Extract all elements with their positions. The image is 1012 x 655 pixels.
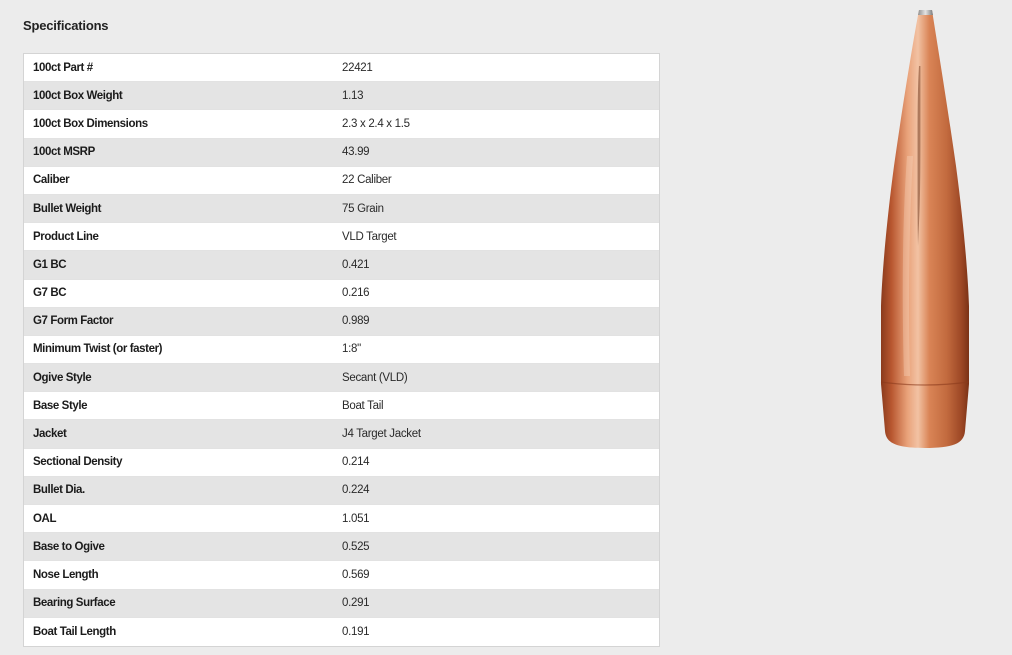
spec-row: 100ct MSRP 43.99 [24, 138, 659, 167]
spec-row: Bearing Surface 0.291 [24, 589, 659, 618]
spec-label: Jacket [33, 428, 67, 441]
spec-row: Minimum Twist (or faster) 1:8" [24, 335, 659, 365]
spec-value: 22 Caliber [342, 174, 392, 187]
spec-row: 100ct Part # 22421 [24, 54, 659, 83]
spec-value: 75 Grain [342, 202, 384, 215]
spec-value: 0.214 [342, 456, 370, 469]
spec-row: OAL 1.051 [24, 505, 659, 534]
spec-label: 100ct Box Dimensions [33, 117, 148, 130]
product-image [872, 6, 978, 454]
spec-row: G7 BC 0.216 [24, 279, 659, 308]
spec-value: VLD Target [342, 230, 397, 243]
spec-label: Ogive Style [33, 371, 92, 384]
spec-value: 1.13 [342, 89, 364, 102]
spec-row: Boat Tail Length 0.191 [24, 617, 659, 646]
spec-value: 0.224 [342, 484, 370, 497]
section-title: Specifications [23, 18, 109, 33]
spec-row: Nose Length 0.569 [24, 561, 659, 590]
spec-label: Product Line [33, 230, 99, 243]
spec-row: Product Line VLD Target [24, 223, 659, 252]
spec-label: G1 BC [33, 258, 67, 271]
spec-label: Nose Length [33, 568, 99, 581]
spec-label: OAL [33, 512, 57, 525]
spec-label: G7 BC [33, 287, 67, 300]
spec-label: Bullet Weight [33, 202, 102, 215]
spec-value: 22421 [342, 61, 373, 74]
bullet-body [881, 10, 969, 448]
spec-label: Minimum Twist (or faster) [33, 343, 163, 356]
bullet-tip [918, 10, 933, 15]
spec-label: 100ct MSRP [33, 146, 95, 159]
spec-value: Boat Tail [342, 399, 384, 412]
spec-row: Jacket J4 Target Jacket [24, 420, 659, 449]
spec-row: G1 BC 0.421 [24, 251, 659, 280]
spec-row: Base Style Boat Tail [24, 392, 659, 421]
bullet-image [880, 10, 970, 448]
spec-label: G7 Form Factor [33, 315, 114, 328]
specifications-table: 100ct Part #22421 100ct Box Weight 1.13 100… [23, 53, 660, 647]
spec-value: 2.3 x 2.4 x 1.5 [342, 117, 410, 130]
spec-label: Caliber [33, 174, 70, 187]
spec-value: 0.191 [342, 625, 370, 638]
spec-label: Base to Ogive [33, 540, 105, 553]
spec-label: 100ct Part # [33, 61, 93, 74]
spec-value: J4 Target Jacket [342, 428, 421, 441]
spec-value: 43.99 [342, 146, 370, 159]
spec-label: Base Style [33, 399, 88, 412]
spec-row: Sectional Density 0.214 [24, 448, 659, 477]
spec-row: Bullet Weight 75 Grain [24, 194, 659, 224]
spec-value: 0.989 [342, 315, 370, 328]
spec-row: Base to Ogive 0.525 [24, 533, 659, 562]
spec-value: 0.525 [342, 540, 370, 553]
spec-row: 100ct Box Dimensions 2.3 x 2.4 x 1.5 [24, 110, 659, 139]
spec-row: Bullet Dia. 0.224 [24, 476, 659, 505]
spec-value: Secant (VLD) [342, 371, 408, 384]
spec-value: 0.421 [342, 258, 370, 271]
spec-value: 0.569 [342, 568, 370, 581]
spec-row: Caliber 22 Caliber [24, 166, 659, 195]
spec-label: Sectional Density [33, 456, 123, 469]
spec-value: 0.291 [342, 597, 370, 610]
spec-row: Ogive Style Secant (VLD) [24, 364, 659, 393]
spec-row: 100ct Box Weight 1.13 [24, 82, 659, 111]
spec-value: 1:8" [342, 343, 361, 356]
spec-label: Bullet Dia. [33, 484, 85, 497]
spec-row: G7 Form Factor 0.989 [24, 307, 659, 336]
spec-label: Boat Tail Length [33, 625, 116, 638]
spec-label: 100ct Box Weight [33, 89, 123, 102]
spec-value: 1.051 [342, 512, 370, 525]
spec-value: 0.216 [342, 287, 370, 300]
spec-label: Bearing Surface [33, 597, 116, 610]
